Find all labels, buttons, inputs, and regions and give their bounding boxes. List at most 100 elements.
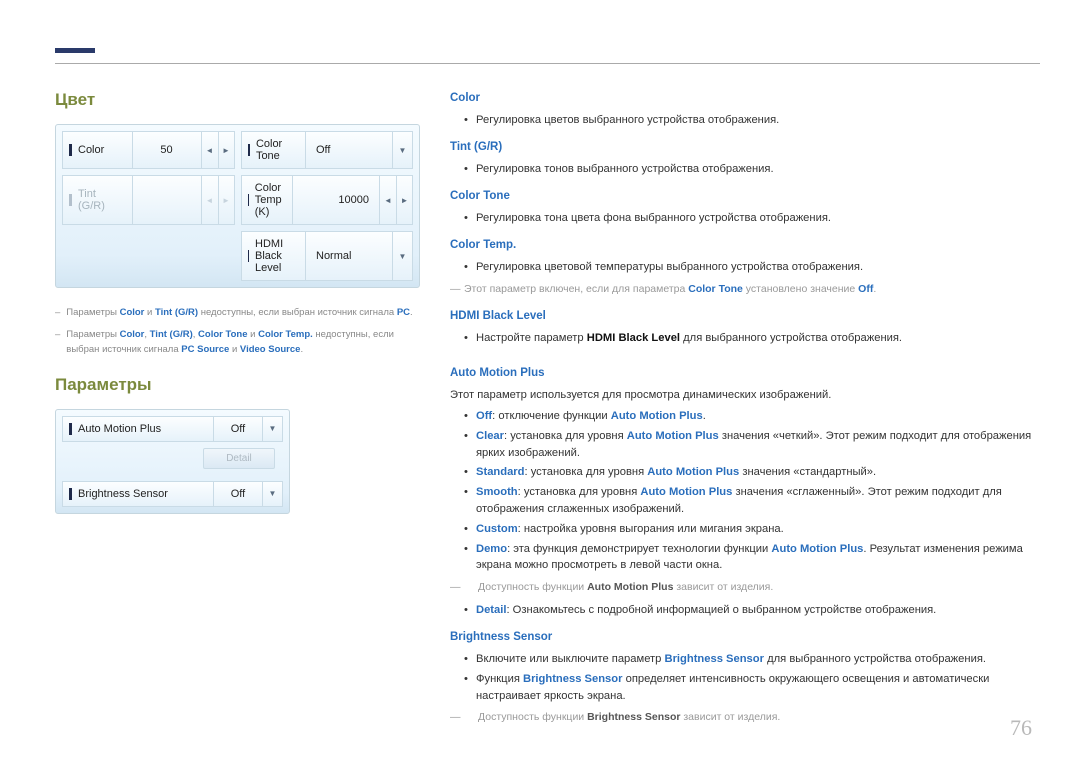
hdmibl-label: HDMI Black Level — [241, 231, 306, 281]
bullet: Standard: установка для уровня Auto Moti… — [450, 464, 1040, 481]
colortone-value[interactable]: Off — [305, 131, 393, 169]
paragraph: Этот параметр используется для просмотра… — [450, 387, 1040, 404]
chevron-right-icon[interactable]: ► — [396, 176, 412, 224]
keyword: Brightness Sensor — [523, 673, 622, 685]
amp-value[interactable]: Off — [213, 416, 263, 442]
footnote-keyword: Color — [120, 307, 145, 318]
heading-colortemp: Color Temp. — [450, 237, 1040, 254]
keyword: Demo — [476, 543, 507, 555]
hdmibl-label-text: HDMI Black Level — [255, 238, 299, 274]
footnote-keyword: Tint (G/R) — [155, 307, 198, 318]
footnote-text: Параметры — [66, 307, 119, 318]
tint-spinner: ◄ ► — [202, 175, 235, 225]
keyword: Clear — [476, 430, 504, 442]
section-title-color: Цвет — [55, 90, 420, 110]
bullet: Регулировка тона цвета фона выбранного у… — [450, 210, 1040, 227]
bullet: Smooth: установка для уровня Auto Motion… — [450, 484, 1040, 518]
chevron-right-icon: ► — [218, 176, 234, 224]
keyword: Color Tone — [688, 283, 743, 295]
hdmibl-value[interactable]: Normal — [305, 231, 393, 281]
keyword: Auto Motion Plus — [587, 581, 673, 593]
colortemp-value[interactable]: 10000 — [292, 175, 380, 225]
keyword: Detail — [476, 604, 506, 616]
bs-label-text: Brightness Sensor — [78, 488, 168, 500]
bullet: Demo: эта функция демонстрирует технолог… — [450, 541, 1040, 575]
options-panel: Auto Motion Plus Off ▼ Detail Brightness… — [55, 409, 290, 514]
color-label-text: Color — [78, 144, 104, 156]
keyword: Auto Motion Plus — [611, 410, 703, 422]
header-accent-bar — [55, 48, 95, 53]
chevron-left-icon: ◄ — [202, 176, 218, 224]
keyword: Standard — [476, 466, 525, 478]
dash-note: Доступность функции Brightness Sensor за… — [450, 710, 1040, 726]
bullet: Регулировка цветов выбранного устройства… — [450, 112, 1040, 129]
heading-bs: Brightness Sensor — [450, 629, 1040, 646]
tint-label: Tint (G/R) — [62, 175, 132, 225]
colortemp-label: Color Temp (K) — [241, 175, 293, 225]
colortone-label-text: Color Tone — [256, 138, 299, 162]
keyword: Off — [476, 410, 492, 422]
colortemp-spinner[interactable]: ◄ ► — [380, 175, 413, 225]
keyword: Brightness Sensor — [665, 653, 764, 665]
keyword: Brightness Sensor — [587, 711, 680, 723]
chevron-left-icon[interactable]: ◄ — [380, 176, 396, 224]
heading-color: Color — [450, 90, 1040, 107]
color-spinner[interactable]: ◄ ► — [202, 131, 235, 169]
colortone-label: Color Tone — [241, 131, 306, 169]
chevron-down-icon[interactable]: ▼ — [263, 481, 283, 507]
bullet: Включите или выключите параметр Brightne… — [450, 651, 1040, 668]
header-rule — [55, 63, 1040, 64]
keyword: Custom — [476, 523, 518, 535]
keyword: HDMI Black Level — [587, 332, 680, 344]
section-title-options: Параметры — [55, 375, 420, 395]
footnote-keyword: Color Temp. — [258, 329, 313, 340]
footnote-2: Параметры Color, Tint (G/R), Color Tone … — [55, 328, 420, 357]
bullet: Регулировка цветовой температуры выбранн… — [450, 259, 1040, 276]
amp-label-text: Auto Motion Plus — [78, 423, 161, 435]
left-column: Цвет Color 50 ◄ ► Color Tone Off ▼ — [55, 90, 420, 732]
amp-label: Auto Motion Plus — [62, 416, 213, 442]
chevron-left-icon[interactable]: ◄ — [202, 132, 218, 168]
tint-value — [132, 175, 202, 225]
chevron-down-icon[interactable]: ▼ — [393, 231, 413, 281]
tint-label-text: Tint (G/R) — [78, 188, 126, 212]
right-column: Color Регулировка цветов выбранного устр… — [450, 90, 1040, 732]
bullet: Custom: настройка уровня выгорания или м… — [450, 521, 1040, 538]
chevron-right-icon[interactable]: ► — [218, 132, 234, 168]
footnote-keyword: Color Tone — [198, 329, 247, 340]
keyword: Auto Motion Plus — [771, 543, 863, 555]
color-label: Color — [62, 131, 132, 169]
bullet: Off: отключение функции Auto Motion Plus… — [450, 408, 1040, 425]
bs-label: Brightness Sensor — [62, 481, 213, 507]
bullet: Настройте параметр HDMI Black Level для … — [450, 330, 1040, 347]
colortemp-label-text: Color Temp (K) — [255, 182, 286, 218]
color-panel: Color 50 ◄ ► Color Tone Off ▼ Tint (G/R) — [55, 124, 420, 288]
bullet: Регулировка тонов выбранного устройства … — [450, 161, 1040, 178]
dash-note: Доступность функции Auto Motion Plus зав… — [450, 580, 1040, 596]
bs-value[interactable]: Off — [213, 481, 263, 507]
keyword: Auto Motion Plus — [640, 486, 732, 498]
bullet: Detail: Ознакомьтесь с подробной информа… — [450, 602, 1040, 619]
keyword: Auto Motion Plus — [647, 466, 739, 478]
footnote-keyword: Video Source — [240, 344, 301, 355]
keyword: Auto Motion Plus — [627, 430, 719, 442]
page-number: 76 — [1010, 715, 1032, 741]
chevron-down-icon[interactable]: ▼ — [263, 416, 283, 442]
color-value[interactable]: 50 — [132, 131, 202, 169]
keyword: Off — [858, 283, 873, 295]
heading-colortone: Color Tone — [450, 188, 1040, 205]
detail-button[interactable]: Detail — [203, 448, 275, 469]
footnote-keyword: PC Source — [181, 344, 229, 355]
bullet: Функция Brightness Sensor определяет инт… — [450, 671, 1040, 705]
heading-hdmibl: HDMI Black Level — [450, 308, 1040, 325]
footnote-keyword: Color — [120, 329, 145, 340]
keyword: Smooth — [476, 486, 518, 498]
footnote-keyword: Tint (G/R) — [150, 329, 193, 340]
chevron-down-icon[interactable]: ▼ — [393, 131, 413, 169]
heading-amp: Auto Motion Plus — [450, 365, 1040, 382]
heading-tint: Tint (G/R) — [450, 139, 1040, 156]
footnote-1: Параметры Color и Tint (G/R) недоступны,… — [55, 306, 420, 320]
dash-note: Этот параметр включен, если для параметр… — [450, 282, 1040, 298]
bullet: Clear: установка для уровня Auto Motion … — [450, 428, 1040, 462]
footnote-keyword: PC — [397, 307, 410, 318]
